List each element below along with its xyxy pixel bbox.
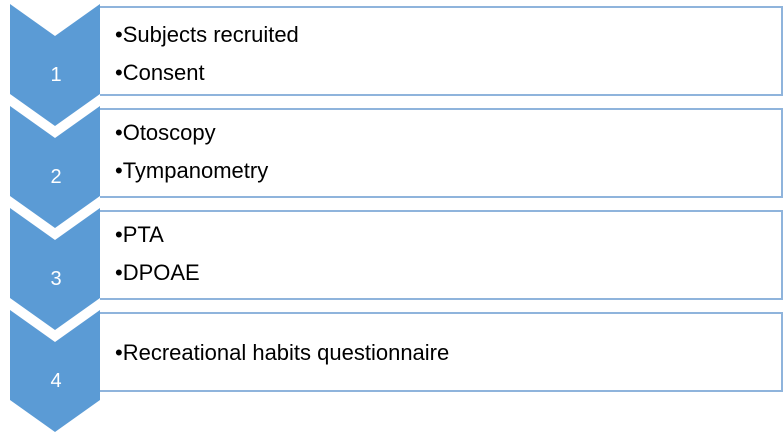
step-2-bullet-2: Tympanometry xyxy=(115,152,269,190)
step-4-text-box: Recreational habits questionnaire xyxy=(100,312,783,392)
step-2-number: 2 xyxy=(50,166,62,188)
step-4-number: 4 xyxy=(50,370,62,392)
step-3-text-box: PTA DPOAE xyxy=(100,210,783,300)
step-4-bullet-list: Recreational habits questionnaire xyxy=(100,334,450,372)
step-1-bullet-2: Consent xyxy=(115,54,299,92)
step-3-number: 3 xyxy=(50,268,62,290)
step-1-number: 1 xyxy=(50,64,62,86)
step-3-bullet-2: DPOAE xyxy=(115,254,200,292)
step-3-bullet-list: PTA DPOAE xyxy=(100,216,200,292)
step-1-text-box: Subjects recruited Consent xyxy=(100,6,783,96)
step-2-text-box: Otoscopy Tympanometry xyxy=(100,108,783,198)
step-2-bullet-list: Otoscopy Tympanometry xyxy=(100,114,269,190)
step-3-bullet-1: PTA xyxy=(115,216,200,254)
step-1-bullet-1: Subjects recruited xyxy=(115,16,299,54)
process-flow-diagram: 1 Subjects recruited Consent 2 Otoscopy … xyxy=(0,0,784,433)
step-2-bullet-1: Otoscopy xyxy=(115,114,268,152)
step-4-bullet-1: Recreational habits questionnaire xyxy=(115,334,450,372)
step-1-bullet-list: Subjects recruited Consent xyxy=(100,16,299,92)
